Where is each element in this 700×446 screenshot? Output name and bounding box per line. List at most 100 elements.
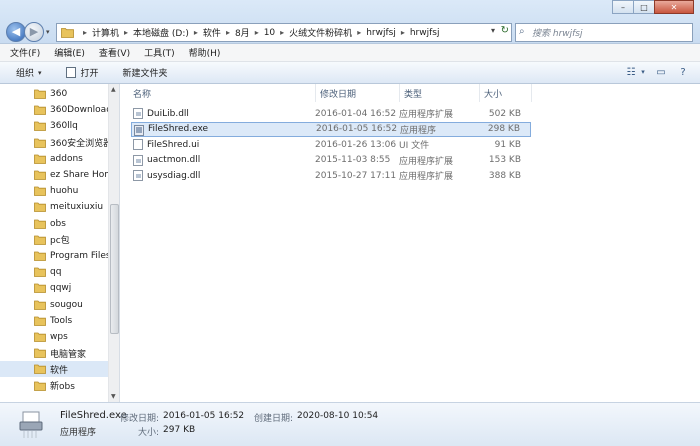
view-controls: ☷ ▾ ▭ ? [616, 66, 690, 78]
file-date: 2016-01-05 16:52 [316, 124, 398, 134]
open-button[interactable]: 打开 [65, 66, 99, 79]
address-dropdown-icon[interactable]: ▾ [491, 26, 495, 35]
open-icon [65, 67, 76, 78]
menu-bar: 文件(F) 编辑(E) 查看(V) 工具(T) 帮助(H) [0, 44, 700, 62]
file-size: 91 KB [494, 139, 521, 150]
refresh-icon[interactable]: ↻ [501, 25, 509, 36]
column-header-date[interactable]: 修改日期 [315, 84, 397, 102]
breadcrumb-item[interactable]: 8月 ▸ [235, 26, 264, 39]
file-size: 502 KB [488, 108, 521, 119]
address-bar[interactable]: ▸ 计算机 ▸ 本地磁盘 (D:) ▸ 软件 ▸ 8月 ▸ 10 ▸ 火绒文件粉碎机 ▸ h… [56, 23, 512, 42]
nav-tree-item[interactable]: addons [0, 151, 108, 167]
nav-tree-item-label: qq [50, 267, 62, 278]
folder-icon [34, 138, 46, 151]
column-divider [531, 84, 532, 102]
folder-icon [34, 105, 46, 118]
folder-icon [34, 348, 46, 361]
nav-tree-item-label: Program Files [50, 251, 108, 261]
search-input[interactable]: ⌕ 搜索 hrwjfsj [515, 23, 693, 42]
scroll-down-icon[interactable]: ▼ [111, 393, 116, 400]
minimize-button[interactable]: – [612, 0, 634, 14]
forward-arrow-icon[interactable]: ▶ [24, 22, 44, 42]
nav-tree-item[interactable]: obs [0, 216, 108, 232]
nav-tree-item[interactable]: qq [0, 264, 108, 280]
details-modified: 修改日期: 2016-01-05 16:52 [120, 411, 245, 424]
dll-file-icon [133, 154, 143, 166]
nav-tree-item[interactable]: Tools [0, 313, 108, 329]
breadcrumb-separator-icon[interactable]: ▸ [401, 28, 405, 37]
nav-tree-item[interactable]: 360Downloads [0, 102, 108, 118]
file-row[interactable]: FileShred.ui 2016-01-26 13:06 UI 文件 91 KB [131, 137, 531, 152]
dll-file-icon [133, 170, 143, 181]
column-header-type[interactable]: 类型 [399, 84, 479, 102]
nav-tree-item[interactable]: pc包 [0, 232, 108, 248]
breadcrumb-item[interactable]: 火绒文件粉碎机 ▸ [289, 26, 366, 39]
file-row[interactable]: FileShred.exe 2016-01-05 16:52 应用程序 298 KB [131, 121, 531, 137]
chevron-down-icon[interactable]: ▾ [640, 66, 646, 78]
column-header-name[interactable]: 名称 [133, 84, 313, 102]
nav-tree-item-label: 软件 [50, 365, 69, 376]
nav-tree-item[interactable]: qqwj [0, 280, 108, 296]
back-arrow-icon[interactable]: ◀ [6, 22, 26, 42]
menu-help[interactable]: 帮助(H) [189, 46, 221, 59]
nav-tree-item-label: Tools [50, 315, 73, 326]
folder-icon [34, 219, 46, 232]
maximize-button[interactable]: □ [633, 0, 655, 14]
nav-tree-item-label: ez Share Home [50, 170, 108, 180]
nav-tree-item[interactable]: Program Files [0, 248, 108, 264]
file-row[interactable]: DuiLib.dll 2016-01-04 16:52 应用程序扩展 502 KB [131, 106, 531, 121]
menu-view[interactable]: 查看(V) [99, 46, 130, 59]
application-file-icon [134, 124, 144, 136]
menu-file[interactable]: 文件(F) [10, 46, 40, 59]
column-header-size[interactable]: 大小 [479, 84, 531, 102]
menu-edit[interactable]: 编辑(E) [54, 46, 85, 59]
scroll-thumb[interactable] [110, 204, 119, 334]
help-icon[interactable]: ? [676, 66, 690, 78]
breadcrumb-separator-icon[interactable]: ▸ [194, 28, 198, 37]
breadcrumb-item[interactable]: 10 ▸ [264, 28, 289, 38]
folder-icon [34, 89, 46, 102]
preview-pane-icon[interactable]: ▭ [654, 66, 668, 78]
nav-tree-item[interactable]: sougou [0, 297, 108, 313]
nav-tree-item[interactable]: huohu [0, 183, 108, 199]
file-row[interactable]: usysdiag.dll 2015-10-27 17:11 应用程序扩展 388 KB [131, 168, 531, 183]
folder-icon [34, 251, 46, 264]
nav-tree-item[interactable]: meituxiuxiu [0, 199, 108, 215]
nav-tree-item[interactable]: 新obs [0, 378, 108, 394]
recent-pages-dropdown-icon[interactable]: ▾ [46, 28, 50, 36]
folder-icon [34, 316, 46, 329]
nav-tree-item[interactable]: 电脑管家 [0, 345, 108, 361]
breadcrumb-separator-icon[interactable]: ▸ [357, 28, 361, 37]
close-button[interactable]: ✕ [654, 0, 694, 14]
breadcrumb-item[interactable]: hrwjfsj [410, 28, 440, 38]
breadcrumb-item[interactable]: hrwjfsj ▸ [366, 28, 410, 38]
nav-tree-item[interactable]: 360llq [0, 118, 108, 134]
file-date: 2015-10-27 17:11 [315, 170, 397, 181]
breadcrumb-separator-icon: ▸ [83, 28, 88, 37]
folder-icon [34, 154, 46, 167]
change-view-icon[interactable]: ☷ [624, 66, 638, 78]
nav-scrollbar[interactable]: ▲ ▼ [108, 84, 119, 402]
nav-tree-item[interactable]: ez Share Home [0, 167, 108, 183]
nav-tree-item[interactable]: 软件 [0, 361, 108, 378]
file-size: 388 KB [488, 170, 521, 181]
breadcrumb-item[interactable]: 软件 ▸ [203, 26, 235, 39]
nav-tree-item[interactable]: 360安全浏览器 [0, 135, 108, 151]
breadcrumb-separator-icon[interactable]: ▸ [124, 28, 128, 37]
breadcrumb-separator-icon[interactable]: ▸ [226, 28, 230, 37]
new-folder-button[interactable]: 新建文件夹 [123, 66, 168, 79]
nav-tree-item[interactable]: 360 [0, 86, 108, 102]
file-size: 298 KB [487, 124, 520, 134]
file-row[interactable]: uactmon.dll 2015-11-03 8:55 应用程序扩展 153 KB [131, 153, 531, 168]
file-type: 应用程序 [400, 125, 437, 136]
organize-button[interactable]: 组织 ▾ [16, 66, 42, 80]
nav-tree-item[interactable]: wps [0, 329, 108, 345]
breadcrumb-separator-icon[interactable]: ▸ [255, 28, 259, 37]
breadcrumb-separator-icon[interactable]: ▸ [280, 28, 284, 37]
menu-tools[interactable]: 工具(T) [144, 46, 175, 59]
nav-tree-item-label: wps [50, 332, 68, 342]
nav-tree-item-label: obs [50, 218, 66, 229]
breadcrumb-item[interactable]: 计算机 ▸ [92, 26, 133, 39]
scroll-up-icon[interactable]: ▲ [111, 86, 116, 93]
breadcrumb-item[interactable]: 本地磁盘 (D:) ▸ [133, 26, 203, 39]
